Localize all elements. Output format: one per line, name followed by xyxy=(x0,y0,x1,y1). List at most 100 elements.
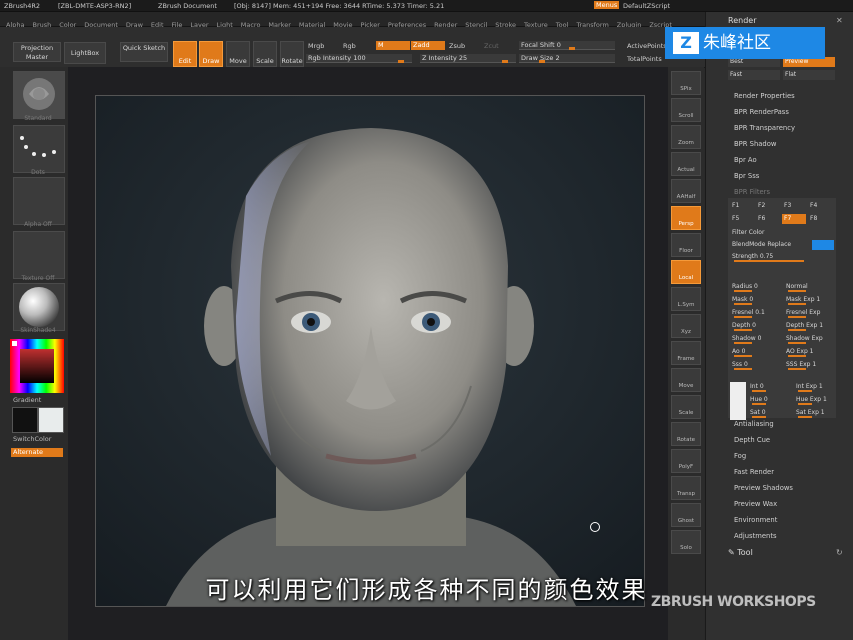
render-submenu-item[interactable]: Preview Wax xyxy=(734,500,777,508)
filter-slot-button[interactable]: F2 xyxy=(756,201,780,211)
filter-param-slider[interactable]: Normal xyxy=(784,282,834,292)
viewport-tool-button[interactable]: Rotate xyxy=(671,422,701,446)
filter-param-slider[interactable]: Radius 0 xyxy=(730,282,780,292)
viewport-tool-button[interactable]: PolyF xyxy=(671,449,701,473)
slider-knob[interactable] xyxy=(539,60,545,63)
filter-color-swatch[interactable] xyxy=(730,382,746,420)
filter-param-slider[interactable]: Depth Exp 1 xyxy=(784,321,834,331)
render-submenu-item[interactable]: BPR Transparency xyxy=(734,124,795,132)
viewport-tool-button[interactable]: Solo xyxy=(671,530,701,554)
brush-selector[interactable] xyxy=(13,71,65,119)
filter-slot-button[interactable]: F4 xyxy=(808,201,832,211)
rgb-button[interactable]: Rgb xyxy=(343,42,356,50)
viewport-tool-button[interactable]: Frame xyxy=(671,341,701,365)
secondary-color-swatch[interactable] xyxy=(38,407,64,433)
material-selector[interactable] xyxy=(13,283,65,331)
filter-param-slider[interactable]: Hue 0 xyxy=(748,395,790,405)
render-submenu-item[interactable]: Preview Shadows xyxy=(734,484,793,492)
strength-slider[interactable]: Strength 0.75 xyxy=(730,252,834,262)
viewport-tool-button[interactable]: Xyz xyxy=(671,314,701,338)
quick-sketch-button[interactable]: Quick Sketch xyxy=(120,42,168,62)
stroke-selector[interactable] xyxy=(13,125,65,173)
viewport-tool-button[interactable]: AAHalf xyxy=(671,179,701,203)
tool-palette-title[interactable]: ✎ Tool xyxy=(728,548,753,557)
filter-param-slider[interactable]: Depth 0 xyxy=(730,321,780,331)
render-submenu-item[interactable]: BPR RenderPass xyxy=(734,108,789,116)
switch-color-button[interactable]: SwitchColor xyxy=(13,435,51,443)
viewport-tool-button[interactable]: Move xyxy=(671,368,701,392)
render-submenu-item[interactable]: Fog xyxy=(734,452,746,460)
blend-color-swatch[interactable] xyxy=(812,240,834,250)
render-submenu-item[interactable]: Fast Render xyxy=(734,468,774,476)
filter-slot-button[interactable]: F6 xyxy=(756,214,780,224)
viewport-tool-button[interactable]: SPix xyxy=(671,71,701,95)
filter-param-slider[interactable]: AO Exp 1 xyxy=(784,347,834,357)
viewport-tool-button[interactable]: Transp xyxy=(671,476,701,500)
zadd-button[interactable]: Zadd xyxy=(411,41,445,50)
render-palette-title[interactable]: Render xyxy=(728,16,756,25)
slider-knob[interactable] xyxy=(569,47,575,50)
menus-button[interactable]: Menus xyxy=(594,1,620,9)
slider-knob[interactable] xyxy=(398,60,404,63)
move-button[interactable]: Move xyxy=(226,41,250,67)
filter-param-slider[interactable]: Sat Exp 1 xyxy=(794,408,836,418)
render-submenu-item[interactable]: BPR Shadow xyxy=(734,140,776,148)
zsub-button[interactable]: Zsub xyxy=(449,42,465,50)
edit-button[interactable]: Edit xyxy=(173,41,197,67)
rgb-intensity-slider[interactable]: Rgb Intensity 100 xyxy=(306,54,412,63)
filter-param-slider[interactable]: Mask Exp 1 xyxy=(784,295,834,305)
palette-close-icon[interactable]: ✕ xyxy=(836,16,843,25)
viewport-tool-button[interactable]: Local xyxy=(671,260,701,284)
filter-param-slider[interactable]: Mask 0 xyxy=(730,295,780,305)
texture-selector[interactable] xyxy=(13,231,65,279)
render-submenu-item[interactable]: Bpr Ao xyxy=(734,156,757,164)
filter-param-slider[interactable]: Sss 0 xyxy=(730,360,780,370)
document-canvas[interactable] xyxy=(95,95,645,607)
lightbox-button[interactable]: LightBox xyxy=(64,42,106,64)
render-submenu-item[interactable]: Bpr Sss xyxy=(734,172,759,180)
render-submenu-item[interactable]: Depth Cue xyxy=(734,436,770,444)
scale-button[interactable]: Scale xyxy=(253,41,277,67)
fast-button[interactable]: Fast xyxy=(728,70,780,80)
filter-slot-button[interactable]: F8 xyxy=(808,214,832,224)
draw-button[interactable]: Draw xyxy=(199,41,223,67)
render-submenu-item[interactable]: Environment xyxy=(734,516,777,524)
viewport-tool-button[interactable]: Actual xyxy=(671,152,701,176)
render-submenu-item[interactable]: BPR Filters xyxy=(734,188,770,196)
filter-param-slider[interactable]: Shadow Exp xyxy=(784,334,834,344)
filter-param-slider[interactable]: Int 0 xyxy=(748,382,790,392)
flat-button[interactable]: Flat xyxy=(783,70,835,80)
m-button[interactable]: M xyxy=(376,41,410,50)
filter-slot-button[interactable]: F5 xyxy=(730,214,754,224)
draw-size-slider[interactable]: Draw Size 2 xyxy=(519,54,615,63)
filter-slot-button[interactable]: F1 xyxy=(730,201,754,211)
filter-param-slider[interactable]: Sat 0 xyxy=(748,408,790,418)
filter-color-field[interactable]: Filter Color xyxy=(730,228,834,238)
tool-cycle-icon[interactable]: ↻ xyxy=(836,548,843,557)
filter-param-slider[interactable]: Shadow 0 xyxy=(730,334,780,344)
viewport-tool-button[interactable]: Zoom xyxy=(671,125,701,149)
render-submenu-item[interactable]: Adjustments xyxy=(734,532,777,540)
slider-knob[interactable] xyxy=(502,60,508,63)
primary-color-swatch[interactable] xyxy=(12,407,38,433)
rotate-button[interactable]: Rotate xyxy=(280,41,304,67)
color-picker[interactable] xyxy=(10,339,64,393)
render-submenu-item[interactable]: Antialiasing xyxy=(734,420,774,428)
blendmode-field[interactable]: BlendMode Replace xyxy=(730,240,810,250)
focal-shift-slider[interactable]: Focal Shift 0 xyxy=(519,41,615,50)
viewport-tool-button[interactable]: Scroll xyxy=(671,98,701,122)
default-zscript-button[interactable]: DefaultZScript xyxy=(623,2,670,10)
projection-master-button[interactable]: Projection Master xyxy=(13,42,61,62)
viewport-tool-button[interactable]: Ghost xyxy=(671,503,701,527)
zcut-button[interactable]: Zcut xyxy=(484,42,499,50)
viewport-tool-button[interactable]: Floor xyxy=(671,233,701,257)
mrgb-button[interactable]: Mrgb xyxy=(308,42,324,50)
z-intensity-slider[interactable]: Z Intensity 25 xyxy=(420,54,516,63)
render-submenu-item[interactable]: Render Properties xyxy=(734,92,795,100)
viewport-tool-button[interactable]: Scale xyxy=(671,395,701,419)
filter-param-slider[interactable]: SSS Exp 1 xyxy=(784,360,834,370)
alpha-selector[interactable] xyxy=(13,177,65,225)
filter-param-slider[interactable]: Int Exp 1 xyxy=(794,382,836,392)
filter-param-slider[interactable]: Ao 0 xyxy=(730,347,780,357)
filter-param-slider[interactable]: Fresnel Exp xyxy=(784,308,834,318)
